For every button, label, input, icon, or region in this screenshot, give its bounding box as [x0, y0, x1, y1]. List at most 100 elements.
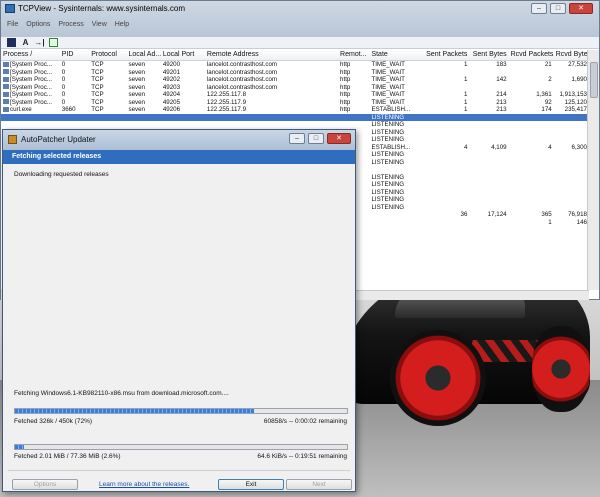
table-cell: 0	[60, 99, 89, 107]
table-row[interactable]: [System Proc... 0 TCP seven 49205 122.255.117…	[1, 99, 589, 107]
column-header[interactable]: Local Ad...	[126, 50, 160, 60]
refresh-icon[interactable]	[49, 38, 58, 47]
cell-text: LISTENING	[371, 151, 405, 158]
column-header[interactable]: Remot...	[338, 50, 369, 60]
column-header[interactable]: Protocol	[89, 50, 126, 60]
table-cell: TIME_WAIT	[369, 76, 420, 84]
column-header[interactable]: PID	[60, 50, 89, 60]
table-cell	[469, 84, 508, 92]
table-row[interactable]: [System Proc... 0 TCP seven 49201 lancelot.co…	[1, 69, 589, 77]
table-row[interactable]: LISTENING	[1, 113, 589, 122]
maximize-icon[interactable]: □	[308, 133, 324, 144]
table-cell	[161, 114, 205, 122]
process-icon	[3, 99, 9, 105]
next-button[interactable]: Next	[286, 479, 352, 490]
minimize-icon[interactable]: –	[531, 3, 547, 14]
autopatcher-dialog: AutoPatcher Updater – □ ✕ Fetching selec…	[2, 129, 356, 492]
options-button[interactable]: Options	[12, 479, 78, 490]
cell-text: seven	[128, 106, 145, 113]
table-cell	[469, 151, 508, 159]
cell-text: TIME_WAIT	[371, 98, 405, 106]
menu-file[interactable]: File	[7, 21, 18, 28]
cell-text: 365	[541, 211, 552, 218]
cell-text: TIME_WAIT	[371, 83, 405, 91]
table-cell: 142	[469, 76, 508, 84]
table-row[interactable]: curl.exe 3660 TCP seven 49206 122.255.117.9 ht…	[1, 106, 589, 114]
table-row[interactable]: [System Proc... 0 TCP seven 49204 122.255.117…	[1, 91, 589, 99]
connect-arrow-icon[interactable]: →|	[34, 38, 44, 47]
menu-process[interactable]: Process	[58, 21, 83, 28]
table-cell: 1,690	[554, 76, 589, 84]
table-row[interactable]: LISTENING	[1, 121, 589, 129]
column-header[interactable]: Rcvd Bytes	[554, 50, 589, 60]
table-cell: 1	[509, 219, 554, 227]
window-controls: – □ ✕	[531, 3, 593, 14]
table-cell: TCP	[89, 99, 126, 107]
table-cell: http	[338, 61, 369, 69]
column-header[interactable]: Remote Address	[205, 50, 338, 60]
cell-text: seven	[128, 76, 145, 83]
table-row[interactable]: [System Proc... 0 TCP seven 49200 lancelot.co…	[1, 61, 589, 69]
tcpview-titlebar[interactable]: TCPView - Sysinternals: www.sysinternals…	[1, 1, 599, 37]
table-cell	[509, 129, 554, 137]
column-header[interactable]: Sent Bytes	[469, 50, 508, 60]
cell-text: 174	[541, 106, 552, 113]
table-cell	[554, 129, 589, 137]
cell-text: 6,300	[571, 143, 587, 151]
resolve-addresses-icon[interactable]: A	[21, 38, 30, 47]
table-cell	[89, 114, 126, 122]
table-cell: curl.exe	[1, 106, 60, 114]
learn-more-link[interactable]: Learn more about the releases.	[99, 481, 189, 488]
table-cell	[469, 129, 508, 137]
table-cell: http	[338, 76, 369, 84]
cell-text: TIME_WAIT	[371, 91, 405, 98]
close-icon[interactable]: ✕	[569, 3, 593, 14]
table-cell	[554, 166, 589, 174]
menu-help[interactable]: Help	[115, 21, 129, 28]
column-header[interactable]: Sent Packets	[420, 50, 469, 60]
cell-text: 0	[61, 76, 66, 83]
table-cell: 17,124	[469, 211, 508, 219]
cell-text: [System Proc...	[10, 91, 52, 98]
column-header[interactable]: Local Port	[161, 50, 205, 60]
save-icon[interactable]	[7, 38, 16, 47]
table-cell	[89, 121, 126, 129]
table-cell	[126, 121, 160, 129]
table-header: Process / PID Protocol Local Ad... Local Por…	[1, 50, 589, 61]
close-icon[interactable]: ✕	[327, 133, 351, 144]
autopatcher-app-icon	[8, 135, 17, 144]
table-cell: 36	[420, 211, 469, 219]
table-cell	[60, 114, 89, 122]
table-cell: 174	[509, 106, 554, 114]
cell-text: http	[340, 83, 351, 91]
cell-text: TCP	[91, 83, 104, 91]
column-header[interactable]: Process /	[1, 50, 60, 60]
menu-view[interactable]: View	[92, 21, 107, 28]
table-cell	[554, 159, 589, 167]
exit-button[interactable]: Exit	[218, 479, 284, 490]
table-row[interactable]: [System Proc... 0 TCP seven 49203 lancelot.co…	[1, 84, 589, 92]
table-cell: 1	[420, 61, 469, 69]
cell-text: 1	[463, 106, 468, 113]
cell-text: http	[340, 61, 351, 68]
table-cell	[509, 136, 554, 144]
table-cell	[554, 84, 589, 92]
vertical-scrollbar[interactable]	[587, 50, 599, 290]
column-header[interactable]: Rcvd Packets	[509, 50, 554, 60]
table-cell	[420, 204, 469, 212]
table-cell: 49202	[161, 76, 205, 84]
table-cell: 0	[60, 61, 89, 69]
table-cell: 1	[420, 99, 469, 107]
table-cell	[369, 166, 420, 174]
cell-text: curl.exe	[10, 106, 32, 113]
column-header[interactable]: State	[369, 50, 420, 60]
table-cell: 0	[60, 69, 89, 77]
table-cell: 365	[509, 211, 554, 219]
scrollbar-thumb[interactable]	[590, 62, 598, 98]
maximize-icon[interactable]: □	[550, 3, 566, 14]
autopatcher-titlebar[interactable]: AutoPatcher Updater – □ ✕	[3, 130, 355, 150]
minimize-icon[interactable]: –	[289, 133, 305, 144]
table-row[interactable]: [System Proc... 0 TCP seven 49202 lancelot.co…	[1, 76, 589, 84]
table-cell	[420, 84, 469, 92]
menu-options[interactable]: Options	[26, 21, 50, 28]
